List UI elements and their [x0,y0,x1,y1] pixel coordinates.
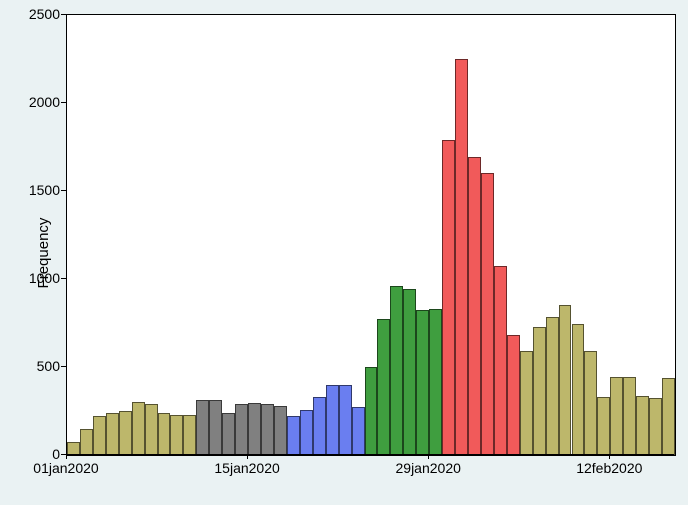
bar [507,335,520,455]
bar [261,404,274,455]
bar [584,351,597,455]
bar [313,397,326,455]
bar [196,400,209,455]
bar [429,309,442,455]
bar [183,415,196,455]
bar [442,140,455,455]
bar [106,413,119,455]
bar [339,385,352,455]
x-tick-label: 12feb2020 [576,460,642,476]
y-tick-label: 2500 [10,6,60,22]
bar [610,377,623,455]
x-tick-label: 29jan2020 [396,460,461,476]
bar [662,378,675,455]
bar [145,404,158,455]
bar [597,397,610,455]
bar [533,327,546,455]
bar [132,402,145,455]
x-axis-line [66,454,674,455]
bar [365,367,378,455]
x-tick-label: 01jan2020 [33,460,98,476]
bar [468,157,481,455]
bar [455,59,468,455]
y-tick-label: 1500 [10,182,60,198]
bar [520,351,533,455]
bar [377,319,390,455]
y-tick-label: 1000 [10,270,60,286]
bar [352,407,365,455]
chart-frame: Frequency 05001000150020002500 01jan2020… [0,0,688,505]
bar [481,173,494,455]
bar [494,266,507,455]
bar [235,404,248,455]
bar [546,317,559,455]
bar [287,416,300,455]
y-axis-line [66,14,67,454]
bar [93,416,106,455]
bar [170,415,183,455]
bar [623,377,636,455]
bar [119,411,132,455]
bar [636,396,649,455]
bar [559,305,572,455]
bar [158,413,171,455]
y-tick-label: 2000 [10,94,60,110]
bar [403,289,416,455]
bar [222,413,235,455]
bar [326,385,339,455]
bar [390,286,403,455]
y-tick-label: 500 [10,358,60,374]
bar [274,406,287,455]
bar [649,398,662,455]
bar [416,310,429,455]
bar [80,429,93,455]
bar [300,410,313,455]
bar [248,403,261,455]
plot-area [66,14,676,456]
bar [209,400,222,455]
x-tick-label: 15jan2020 [214,460,279,476]
bar [572,324,585,455]
